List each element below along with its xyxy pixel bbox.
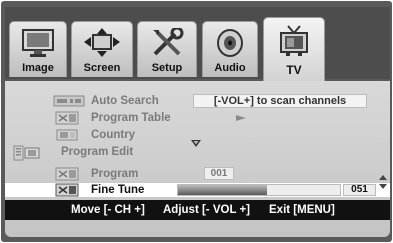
program-number[interactable]: 001 [204,167,234,180]
exit-hint: Exit [MENU] [269,204,335,216]
menu-item-program[interactable]: Program 001 [5,166,390,182]
scroll-arrows-icon[interactable] [378,174,388,190]
tab-label: TV [286,63,302,77]
menu-item-program-edit[interactable]: Program Edit [5,140,390,161]
tab-setup[interactable]: Setup [137,21,197,77]
adjust-hint: Adjust [- VOL +] [163,204,250,216]
menu-item-label: Program Table [91,112,171,124]
menu-item-label: Program [91,168,139,180]
menu-item-label: Auto Search [91,95,159,107]
country-icon [56,129,78,141]
fine-tune-slider[interactable] [177,184,341,196]
tv-icon [280,25,308,56]
move-hint: Move [- CH +] [71,204,145,216]
fine-tune-value: 051 [343,184,376,196]
speaker-icon [217,29,243,57]
tab-image[interactable]: Image [9,21,67,77]
table-icon [55,111,79,125]
fine-tune-icon [55,183,79,197]
key-hint-bar: Move [- CH +] Adjust [- VOL +] Exit [MEN… [5,200,390,220]
fine-tune-fill [178,185,268,195]
program-icon [55,167,79,181]
tv-osd-window: Image Screen Setup Audio TV Auto Search … [1,1,392,242]
tab-screen[interactable]: Screen [71,21,133,77]
monitor-icon [22,29,54,57]
tab-label: Setup [151,62,183,74]
menu-item-label: Fine Tune [91,184,145,196]
program-edit-icon [13,145,40,161]
scan-hint: [-VOL+] to scan channels [193,94,367,108]
tab-label: Screen [83,62,121,74]
menu-item-label: Country [91,129,136,141]
tab-bar: Image Screen Setup Audio TV [5,7,390,83]
arrow-down-icon[interactable] [190,139,202,148]
arrows-icon [84,28,120,57]
arrow-right-icon[interactable] [235,114,247,122]
tab-label: Image [22,62,54,74]
menu-item-fine-tune[interactable]: Fine Tune 051 [5,183,390,197]
tab-tv[interactable]: TV [263,17,325,83]
menu-item-auto-search[interactable]: Auto Search [-VOL+] to scan channels [5,93,390,109]
tab-label: Audio [214,62,246,74]
scan-icon [53,95,85,107]
menu-item-label: Program Edit [61,146,134,158]
menu-item-program-table[interactable]: Program Table [5,110,390,126]
tab-audio[interactable]: Audio [202,21,258,77]
tools-icon [153,28,184,56]
